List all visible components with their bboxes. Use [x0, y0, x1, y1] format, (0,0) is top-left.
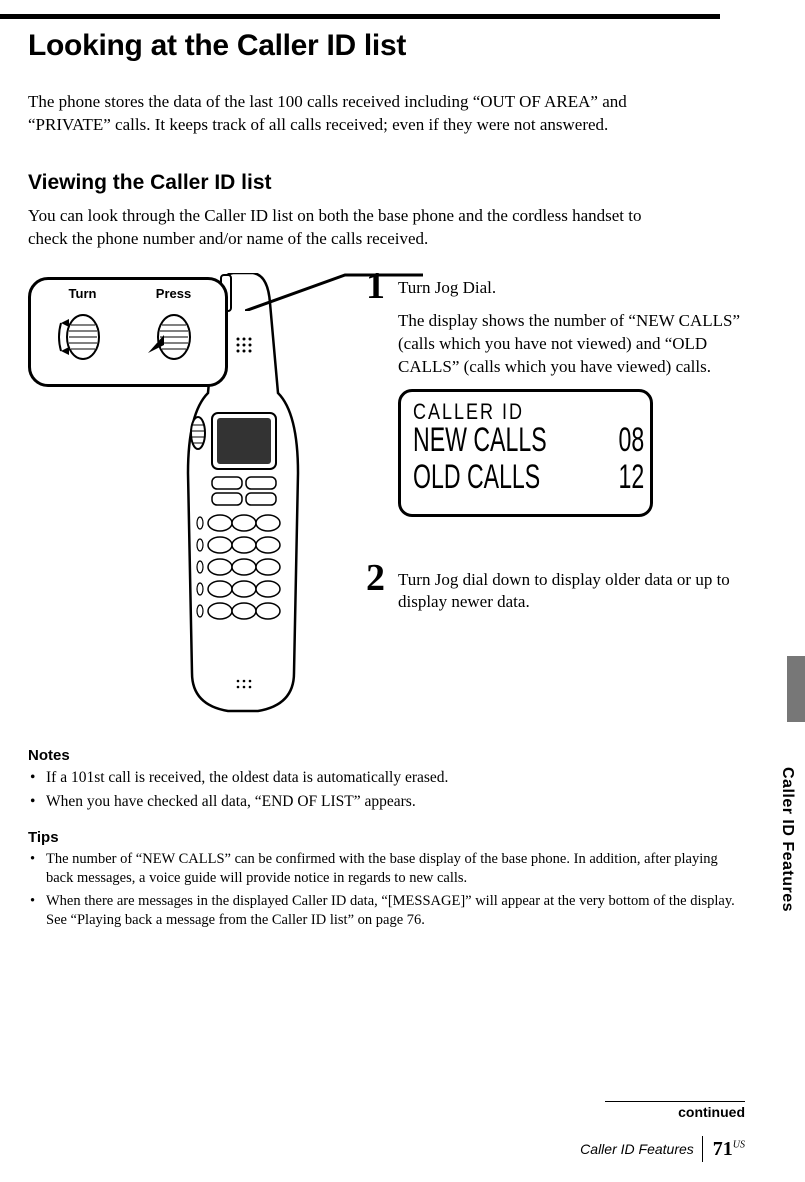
footer-page-number: 71: [713, 1138, 733, 1160]
press-dial-icon: [146, 305, 202, 365]
page-title: Looking at the Caller ID list: [28, 29, 745, 63]
notes-section: Notes If a 101st call is received, the o…: [28, 747, 745, 930]
step-2-number: 2: [366, 559, 390, 625]
illustration: Turn Press: [28, 267, 338, 727]
lcd-new-calls-label: NEW CALLS: [413, 422, 547, 459]
footer-page: 71US: [713, 1138, 745, 1161]
step-1-number: 1: [366, 267, 390, 543]
notes-heading: Notes: [28, 747, 745, 764]
jog-dial-callout: Turn Press: [28, 277, 228, 387]
step-2: 2 Turn Jog dial down to display older da…: [366, 559, 745, 625]
page-footer: Caller ID Features 71US: [28, 1136, 745, 1162]
tip-item: The number of “NEW CALLS” can be confirm…: [28, 850, 745, 888]
side-tab: Caller ID Features: [775, 730, 799, 950]
steps-area: Turn Press: [28, 267, 745, 727]
turn-dial-icon: [55, 305, 111, 365]
step-1-lead: Turn Jog Dial.: [398, 277, 745, 300]
footer-section: Caller ID Features: [580, 1136, 703, 1162]
callout-press-label: Press: [128, 286, 219, 301]
notes-list: If a 101st call is received, the oldest …: [28, 768, 745, 813]
note-item: If a 101st call is received, the oldest …: [28, 768, 745, 788]
lcd-new-calls-value: 08: [618, 422, 644, 459]
step-1: 1 Turn Jog Dial. The display shows the n…: [366, 267, 745, 543]
section-heading: Viewing the Caller ID list: [28, 171, 745, 195]
lcd-old-calls-label: OLD CALLS: [413, 459, 540, 496]
callout-turn-label: Turn: [37, 286, 128, 301]
footer-page-sup: US: [733, 1139, 745, 1150]
page-top-rule: [0, 14, 720, 19]
lcd-header: CALLER ID: [413, 400, 638, 423]
tip-item: When there are messages in the displayed…: [28, 892, 745, 930]
section-intro: You can look through the Caller ID list …: [28, 205, 648, 251]
steps-column: 1 Turn Jog Dial. The display shows the n…: [366, 267, 745, 641]
lcd-old-calls-value: 12: [618, 459, 644, 496]
step-1-body: The display shows the number of “NEW CAL…: [398, 310, 745, 379]
tips-list: The number of “NEW CALLS” can be confirm…: [28, 850, 745, 931]
lcd-display: CALLER ID NEW CALLS 08 OLD CALLS 12: [398, 389, 653, 517]
tips-heading: Tips: [28, 829, 745, 846]
side-tab-marker: [787, 656, 805, 722]
side-tab-label: Caller ID Features: [778, 767, 796, 912]
note-item: When you have checked all data, “END OF …: [28, 792, 745, 812]
intro-paragraph: The phone stores the data of the last 10…: [28, 91, 628, 137]
step-2-body: Turn Jog dial down to display older data…: [398, 569, 745, 615]
continued-label: continued: [605, 1101, 745, 1120]
